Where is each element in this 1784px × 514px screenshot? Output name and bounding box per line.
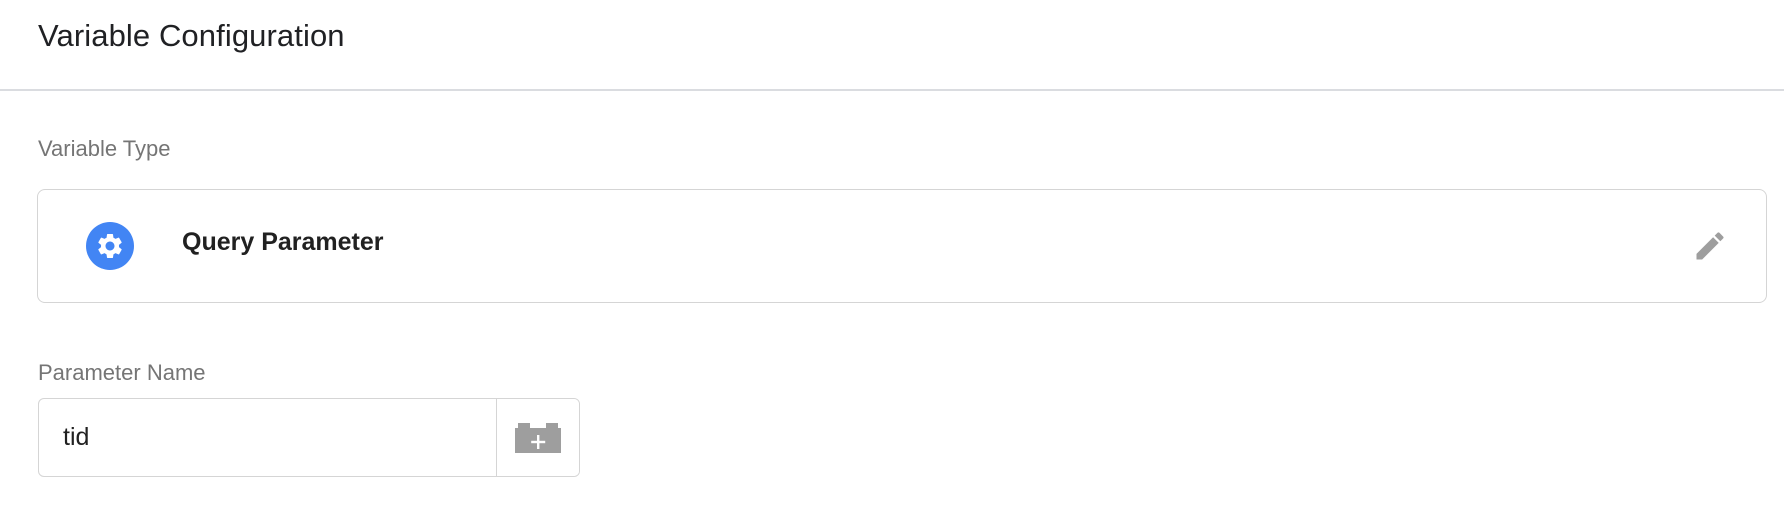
add-variable-button[interactable] [496, 399, 579, 476]
pencil-icon[interactable] [1690, 226, 1730, 266]
gear-icon [86, 222, 134, 270]
variable-type-card[interactable]: Query Parameter [37, 189, 1767, 303]
page-title: Variable Configuration [38, 18, 345, 53]
parameter-name-field [38, 398, 580, 477]
parameter-name-label: Parameter Name [38, 360, 206, 385]
header: Variable Configuration [0, 0, 1784, 91]
parameter-name-input[interactable] [39, 399, 496, 476]
variable-type-label: Variable Type [38, 136, 171, 161]
add-variable-brick-icon [515, 422, 561, 453]
variable-type-name: Query Parameter [182, 228, 384, 256]
